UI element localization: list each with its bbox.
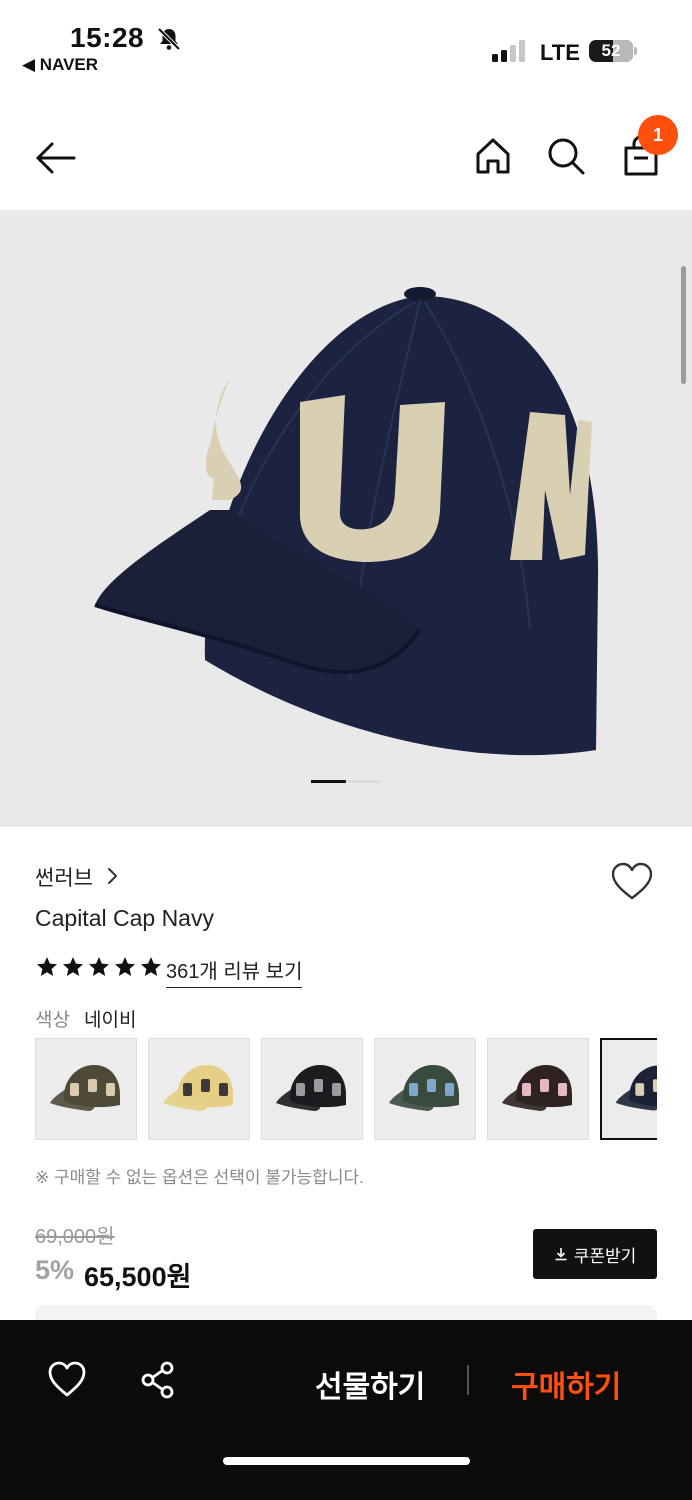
swatch-cap-image bbox=[389, 1065, 459, 1111]
bottom-action-bar: 선물하기 구매하기 bbox=[0, 1320, 692, 1500]
swatch-letter bbox=[635, 1083, 645, 1096]
search-icon[interactable] bbox=[546, 136, 586, 176]
coupon-label: 쿠폰받기 bbox=[573, 1246, 637, 1266]
download-icon bbox=[555, 1248, 567, 1261]
signal-icon bbox=[492, 40, 525, 62]
sale-price: 65,500원 bbox=[84, 1262, 192, 1292]
coupon-button[interactable]: 쿠폰받기 bbox=[533, 1229, 657, 1279]
color-swatch-list bbox=[35, 1038, 657, 1140]
swatch-letter bbox=[201, 1079, 210, 1092]
carousel-indicator-active bbox=[311, 780, 346, 783]
color-value: 네이비 bbox=[84, 1010, 137, 1031]
swatch-cap-image bbox=[615, 1065, 657, 1111]
chevron-right-icon bbox=[108, 868, 117, 884]
product-page: 15:28 ◀ NAVER LTE 52 1 썬러브 Capital Cap N… bbox=[0, 0, 692, 1500]
discount-rate: 5% bbox=[35, 1255, 75, 1285]
swatch-letter bbox=[409, 1083, 418, 1096]
product-name: Capital Cap Navy bbox=[35, 905, 214, 931]
action-divider bbox=[467, 1365, 469, 1395]
color-swatch[interactable] bbox=[600, 1038, 657, 1140]
home-indicator[interactable] bbox=[223, 1457, 470, 1465]
hero-scrollbar[interactable] bbox=[681, 266, 686, 384]
buy-button[interactable]: 구매하기 bbox=[511, 1362, 621, 1406]
star-icon bbox=[63, 957, 83, 976]
swatch-letter bbox=[522, 1083, 531, 1096]
network-type: LTE bbox=[540, 40, 580, 65]
cart-count-badge: 1 bbox=[638, 115, 678, 155]
reviews-link[interactable]: 361개 리뷰 보기 bbox=[166, 955, 303, 988]
star-icon bbox=[141, 957, 161, 976]
swatch-letter bbox=[314, 1079, 323, 1092]
option-notice: ※ 구매할 수 없는 옵션은 선택이 불가능합니다. bbox=[35, 1168, 364, 1187]
original-price: 69,000원 bbox=[35, 1226, 115, 1248]
swatch-letter bbox=[445, 1083, 454, 1096]
swatch-letter bbox=[558, 1083, 567, 1096]
swatch-letter bbox=[183, 1083, 192, 1096]
status-time: 15:28 bbox=[70, 22, 145, 53]
swatch-letter bbox=[332, 1083, 341, 1096]
bell-muted-icon bbox=[157, 27, 181, 51]
color-swatch[interactable] bbox=[374, 1038, 476, 1140]
color-swatch[interactable] bbox=[487, 1038, 589, 1140]
product-image-carousel[interactable] bbox=[0, 210, 692, 827]
color-swatch[interactable] bbox=[148, 1038, 250, 1140]
share-icon[interactable] bbox=[138, 1360, 178, 1400]
top-nav bbox=[0, 110, 692, 206]
color-swatch[interactable] bbox=[261, 1038, 363, 1140]
swatch-letter bbox=[88, 1079, 97, 1092]
swatch-cap-image bbox=[502, 1065, 572, 1111]
battery-tip bbox=[634, 47, 637, 55]
battery-level: 52 bbox=[601, 41, 621, 60]
swatch-letter bbox=[106, 1083, 115, 1096]
battery-icon: 52 bbox=[589, 40, 633, 62]
swatch-letter bbox=[219, 1083, 228, 1096]
back-to-app[interactable]: ◀ NAVER bbox=[22, 55, 98, 75]
swatch-cap-image bbox=[163, 1065, 233, 1111]
swatch-letter bbox=[427, 1079, 436, 1092]
swatch-letter bbox=[296, 1083, 305, 1096]
color-label: 색상 bbox=[35, 1010, 70, 1031]
swatch-cap-image bbox=[50, 1065, 120, 1111]
star-icon bbox=[89, 957, 109, 976]
gift-button[interactable]: 선물하기 bbox=[315, 1362, 425, 1406]
star-icon bbox=[115, 957, 135, 976]
swatch-cap-image bbox=[276, 1065, 346, 1111]
color-swatch[interactable] bbox=[35, 1038, 137, 1140]
brand-link[interactable]: 썬러브 bbox=[35, 862, 93, 892]
home-icon[interactable] bbox=[474, 136, 512, 176]
rating-stars bbox=[35, 955, 163, 981]
swatch-letter bbox=[652, 1079, 657, 1092]
carousel-indicator bbox=[311, 780, 381, 784]
star-icon bbox=[37, 957, 57, 976]
swatch-letter bbox=[70, 1083, 79, 1096]
product-image-cap bbox=[94, 287, 599, 756]
carousel-indicator-rest bbox=[348, 780, 381, 783]
back-arrow-icon[interactable] bbox=[34, 138, 78, 178]
heart-icon[interactable] bbox=[47, 1360, 87, 1400]
wishlist-heart-icon[interactable] bbox=[610, 862, 654, 902]
status-bar: 15:28 ◀ NAVER LTE 52 bbox=[0, 0, 692, 90]
swatch-letter bbox=[540, 1079, 549, 1092]
